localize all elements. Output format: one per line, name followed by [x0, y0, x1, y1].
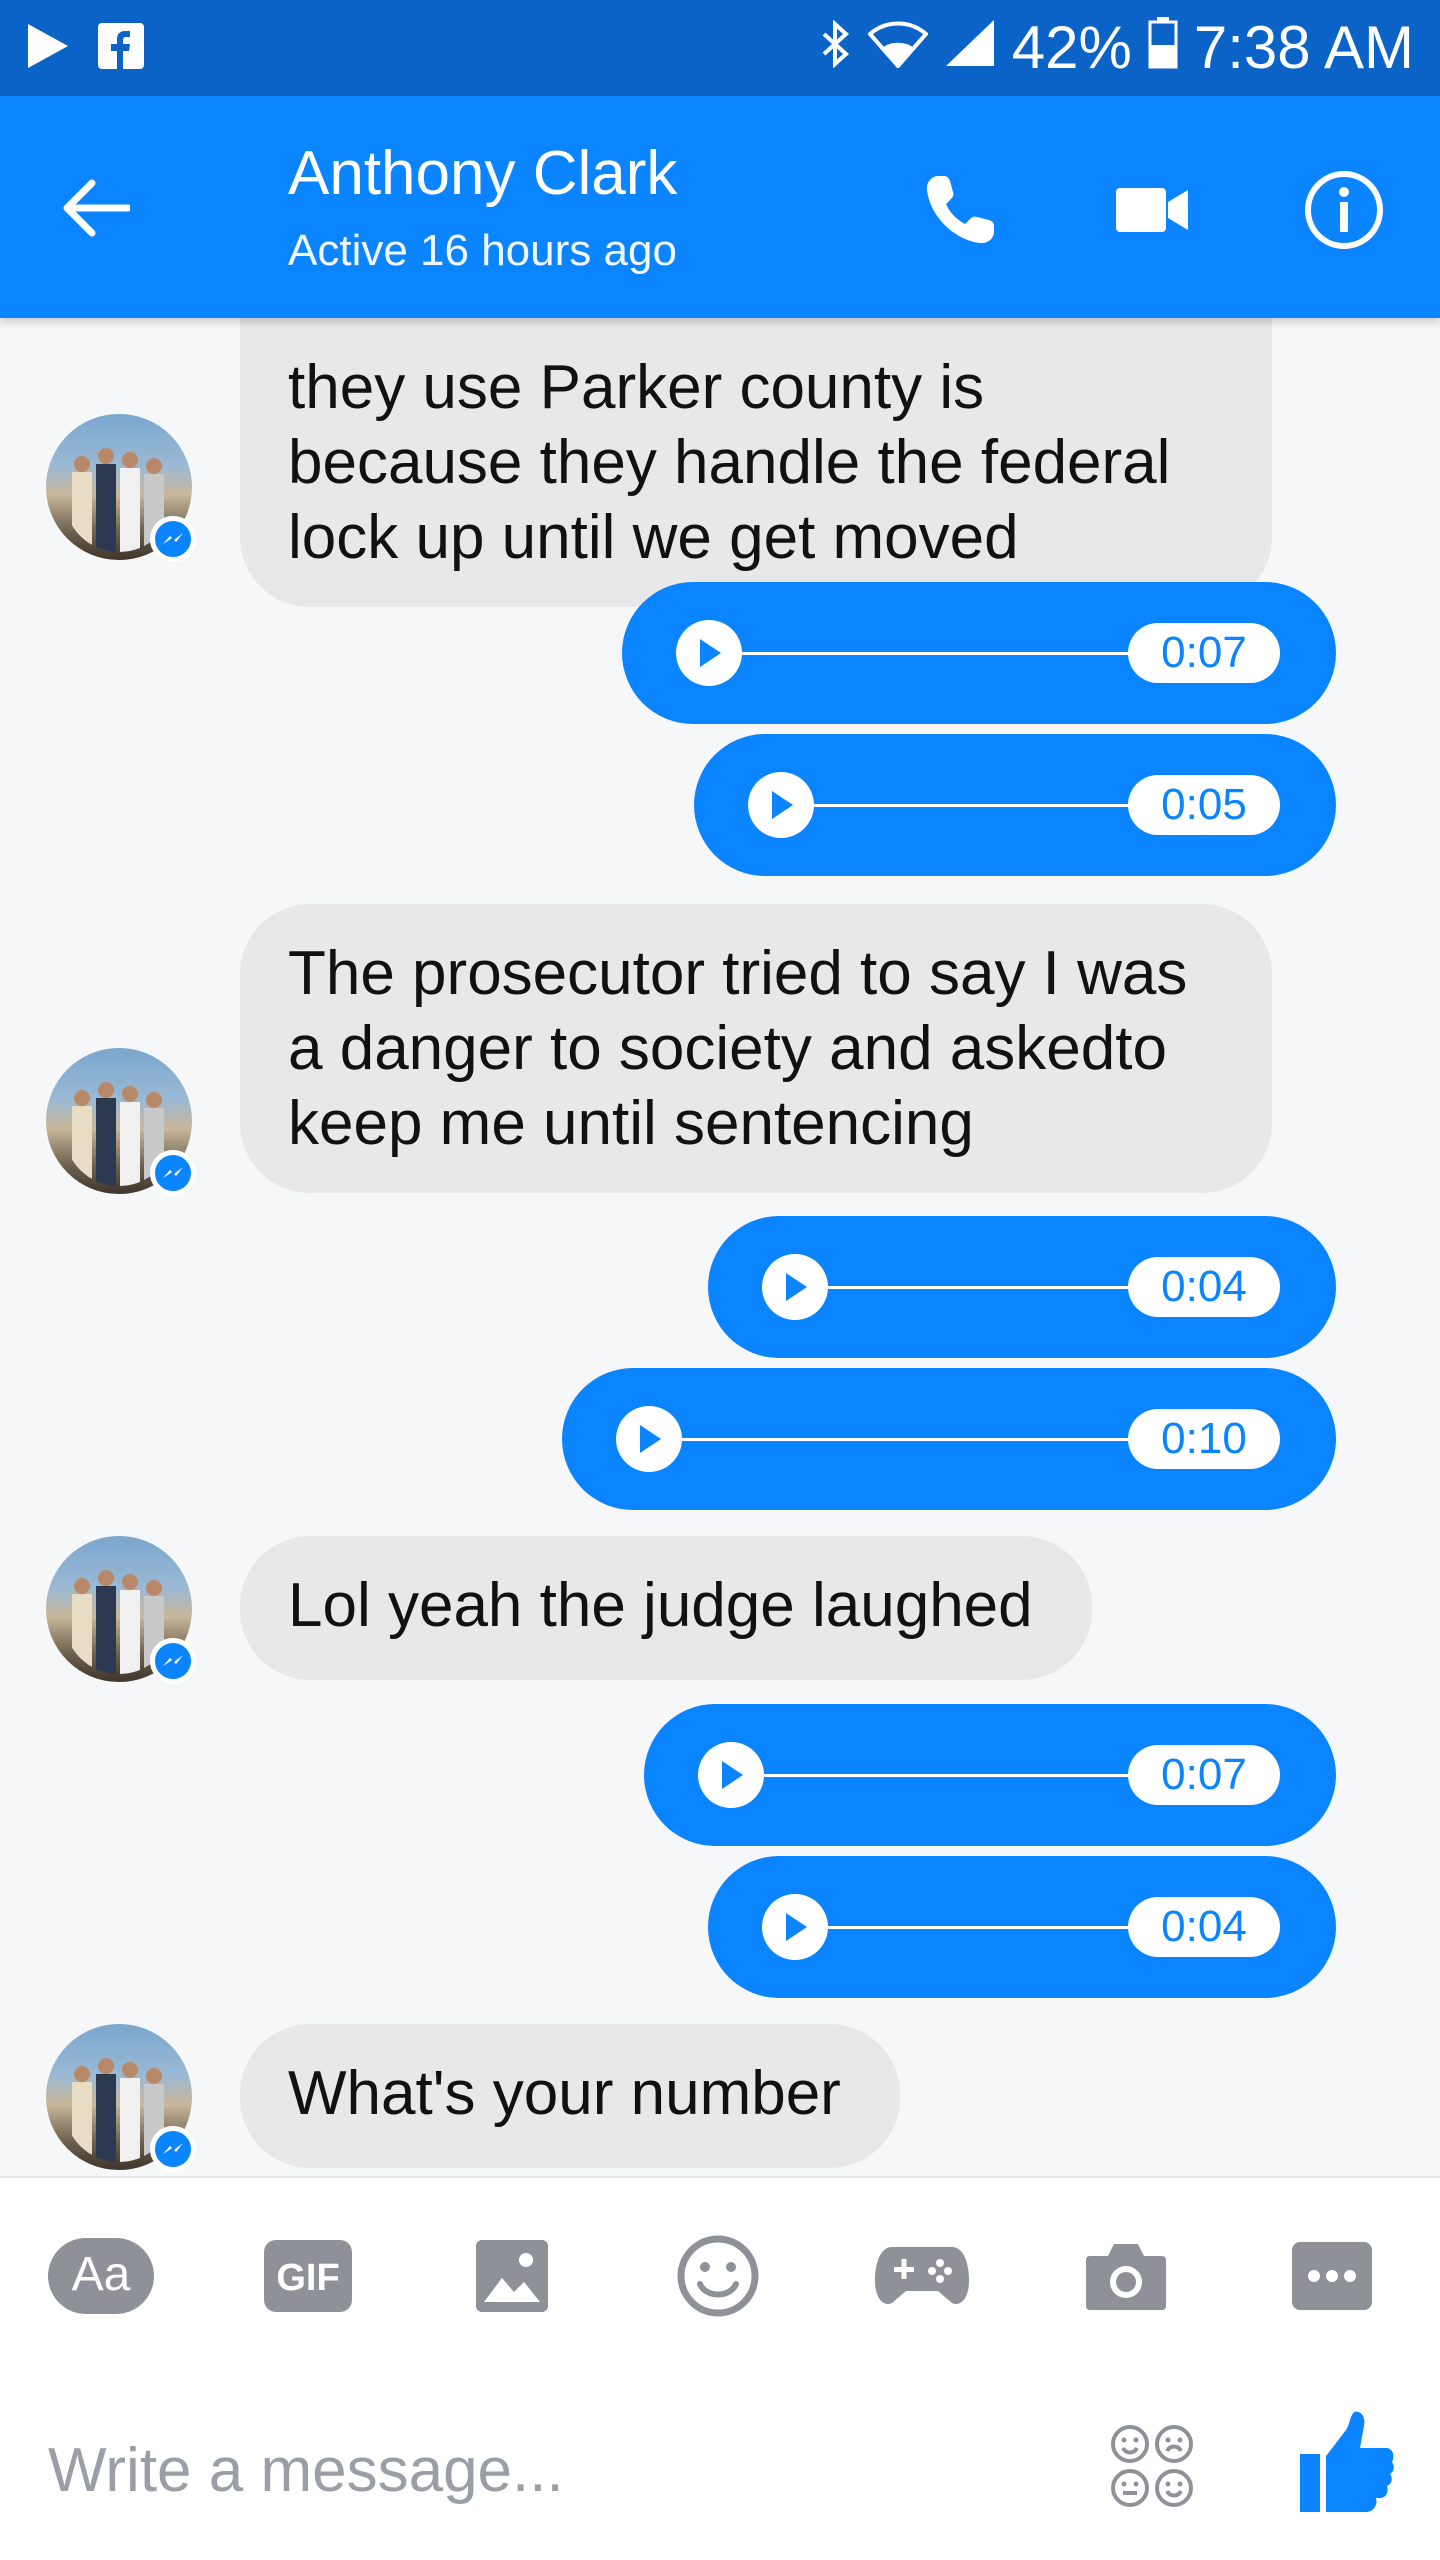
voice-call-button[interactable] — [912, 162, 1008, 258]
thumbs-up-icon — [1300, 2411, 1394, 2512]
audio-progress-track[interactable] — [680, 1438, 1136, 1441]
message-line: keep me until sentencing — [288, 1089, 974, 1158]
contact-avatar[interactable] — [46, 414, 196, 562]
messenger-badge-icon — [150, 1150, 196, 1196]
received-message[interactable]: they use Parker county is because they h… — [240, 318, 1272, 607]
audio-duration: 0:10 — [1128, 1409, 1280, 1469]
status-bar: 42% 7:38 AM — [0, 0, 1440, 96]
play-icon — [772, 791, 793, 819]
audio-progress-track[interactable] — [826, 1286, 1136, 1289]
contact-avatar[interactable] — [46, 2024, 196, 2172]
received-message[interactable]: Lol yeah the judge laughed — [240, 1536, 1092, 1680]
camera-icon — [1086, 2244, 1166, 2310]
facebook-icon — [98, 22, 144, 74]
message-line: because they handle the federal — [288, 428, 1171, 497]
play-button[interactable] — [698, 1742, 764, 1808]
sticker-faces-icon — [1111, 2425, 1193, 2507]
signal-icon — [944, 18, 996, 78]
text-tool-button[interactable]: Aa — [48, 2220, 154, 2332]
audio-duration: 0:04 — [1128, 1897, 1280, 1957]
play-icon — [640, 1425, 661, 1453]
audio-duration: 0:07 — [1128, 623, 1280, 683]
audio-message[interactable]: 0:05 — [694, 734, 1336, 876]
audio-duration: 0:05 — [1128, 775, 1280, 835]
video-call-button[interactable] — [1104, 162, 1200, 258]
message-input[interactable] — [48, 2422, 1048, 2518]
audio-progress-track[interactable] — [740, 652, 1136, 655]
message-line: they use Parker county is — [288, 353, 985, 422]
audio-message[interactable]: 0:07 — [622, 582, 1336, 724]
gif-button[interactable]: GIF — [252, 2220, 364, 2332]
gif-label: GIF — [276, 2257, 339, 2299]
audio-progress-track[interactable] — [762, 1774, 1136, 1777]
play-button[interactable] — [676, 620, 742, 686]
sticker-button[interactable] — [1104, 2418, 1200, 2514]
audio-progress-track[interactable] — [826, 1926, 1136, 1929]
message-line: The prosecutor tried to say I was — [288, 939, 1188, 1008]
message-line: Lol yeah the judge laughed — [288, 1571, 1033, 1640]
text-format-icon: Aa — [48, 2238, 154, 2314]
message-line: a danger to society and askedto — [288, 1014, 1167, 1083]
image-icon — [476, 2240, 548, 2312]
messenger-badge-icon — [150, 2126, 196, 2172]
battery-icon — [1148, 17, 1178, 79]
contact-avatar[interactable] — [46, 1048, 196, 1196]
gif-icon: GIF — [264, 2240, 352, 2312]
messenger-badge-icon — [150, 1638, 196, 1684]
audio-message[interactable]: 0:07 — [644, 1704, 1336, 1846]
more-options-button[interactable] — [1276, 2220, 1388, 2332]
play-store-icon — [26, 22, 70, 75]
messenger-badge-icon — [150, 516, 196, 562]
message-line: What's your number — [288, 2059, 841, 2128]
contact-name[interactable]: Anthony Clark — [288, 138, 677, 209]
audio-duration: 0:04 — [1128, 1257, 1280, 1317]
play-icon — [786, 1913, 807, 1941]
play-button[interactable] — [748, 772, 814, 838]
clock: 7:38 AM — [1193, 14, 1414, 81]
received-message[interactable]: What's your number — [240, 2024, 900, 2168]
emoji-button[interactable] — [662, 2220, 774, 2332]
play-icon — [722, 1761, 743, 1789]
play-icon — [700, 639, 721, 667]
battery-percent: 42% — [1011, 14, 1132, 81]
play-button[interactable] — [616, 1406, 682, 1472]
message-line: lock up until we get moved — [288, 503, 1019, 572]
received-message[interactable]: The prosecutor tried to say I was a dang… — [240, 904, 1272, 1193]
audio-progress-track[interactable] — [812, 804, 1136, 807]
audio-message[interactable]: 0:04 — [708, 1216, 1336, 1358]
gamepad-icon — [874, 2247, 970, 2304]
more-icon — [1292, 2242, 1372, 2310]
composer: Aa GIF — [0, 2176, 1440, 2560]
smiley-icon — [677, 2235, 759, 2317]
info-icon — [1305, 171, 1383, 249]
play-button[interactable] — [762, 1254, 828, 1320]
contact-active-status: Active 16 hours ago — [288, 226, 677, 275]
back-button[interactable] — [56, 168, 136, 248]
back-arrow-icon — [63, 179, 130, 237]
phone-icon — [926, 176, 994, 244]
video-camera-icon — [1116, 188, 1188, 232]
play-button[interactable] — [762, 1894, 828, 1960]
message-list[interactable]: they use Parker county is because they h… — [0, 318, 1440, 2176]
games-button[interactable] — [866, 2220, 978, 2332]
contact-avatar[interactable] — [46, 1536, 196, 1684]
bluetooth-icon — [818, 18, 852, 78]
wifi-icon — [866, 18, 929, 78]
info-button[interactable] — [1296, 162, 1392, 258]
audio-message[interactable]: 0:04 — [708, 1856, 1336, 1998]
camera-button[interactable] — [1070, 2220, 1182, 2332]
audio-duration: 0:07 — [1128, 1745, 1280, 1805]
photo-gallery-button[interactable] — [456, 2220, 568, 2332]
text-tool-label: Aa — [72, 2248, 131, 2301]
play-icon — [786, 1273, 807, 1301]
audio-message[interactable]: 0:10 — [562, 1368, 1336, 1510]
like-button[interactable] — [1296, 2408, 1396, 2518]
conversation-header: Anthony Clark Active 16 hours ago — [0, 96, 1440, 318]
